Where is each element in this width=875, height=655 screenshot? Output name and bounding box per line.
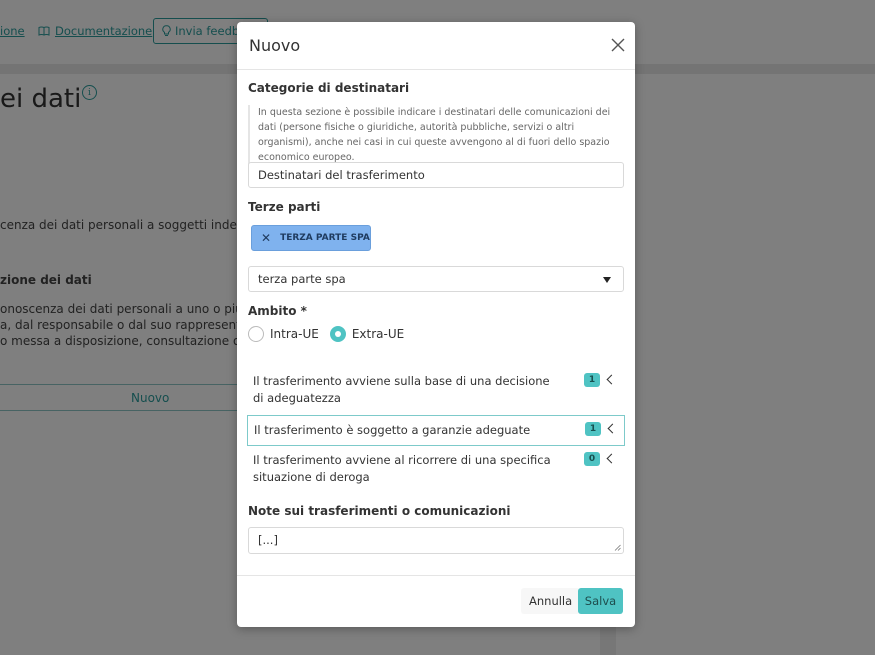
third-party-tag-label: TERZA PARTE SPA bbox=[280, 233, 370, 243]
remove-tag-icon[interactable]: ✕ bbox=[261, 231, 271, 245]
third-party-select-value: terza parte spa bbox=[258, 272, 346, 286]
recipients-input[interactable]: Destinatari del trasferimento bbox=[248, 162, 624, 188]
caret-down-icon bbox=[603, 277, 611, 283]
close-icon[interactable] bbox=[608, 35, 628, 55]
scope-radio-group: Intra-UE Extra-UE bbox=[248, 326, 415, 342]
third-parties-label: Terze parti bbox=[248, 200, 321, 214]
third-party-select[interactable]: terza parte spa bbox=[248, 266, 624, 292]
modal-footer: Annulla Salva bbox=[237, 575, 635, 627]
transfer-item-guarantees[interactable]: Il trasferimento è soggetto a garanzie a… bbox=[247, 415, 625, 446]
cancel-button[interactable]: Annulla bbox=[521, 588, 581, 614]
modal-title: Nuovo bbox=[249, 36, 301, 55]
new-recipient-modal: Nuovo Categorie di destinatari In questa… bbox=[237, 22, 635, 627]
notes-label: Note sui trasferimenti o comunicazioni bbox=[248, 504, 511, 518]
notes-textarea[interactable]: [...] bbox=[248, 527, 624, 554]
chevron-left-icon[interactable] bbox=[606, 374, 617, 385]
third-party-tag: ✕ TERZA PARTE SPA bbox=[251, 225, 371, 251]
chevron-left-icon[interactable] bbox=[607, 423, 618, 434]
recipients-category-label: Categorie di destinatari bbox=[248, 81, 410, 95]
save-button[interactable]: Salva bbox=[578, 588, 623, 614]
count-badge: 1 bbox=[584, 373, 600, 387]
radio-intra-ue[interactable] bbox=[248, 326, 264, 342]
scope-label: Ambito * bbox=[248, 304, 307, 318]
transfer-item-label: Il trasferimento avviene sulla base di u… bbox=[253, 374, 550, 405]
modal-header: Nuovo bbox=[237, 22, 635, 70]
recipients-input-value: Destinatari del trasferimento bbox=[258, 168, 425, 182]
radio-label-extra-ue[interactable]: Extra-UE bbox=[352, 327, 404, 341]
radio-extra-ue[interactable] bbox=[329, 326, 346, 342]
transfer-item-label: Il trasferimento avviene al ricorrere di… bbox=[253, 453, 551, 484]
count-badge: 0 bbox=[584, 452, 600, 466]
transfer-item-label: Il trasferimento è soggetto a garanzie a… bbox=[254, 423, 531, 437]
transfer-item-adequacy[interactable]: Il trasferimento avviene sulla base di u… bbox=[247, 367, 625, 413]
recipients-help-text: In questa sezione è possibile indicare i… bbox=[248, 105, 624, 165]
chevron-left-icon[interactable] bbox=[606, 453, 617, 464]
count-badge: 1 bbox=[585, 422, 601, 436]
transfer-item-derogation[interactable]: Il trasferimento avviene al ricorrere di… bbox=[247, 446, 625, 492]
resize-grip-icon[interactable] bbox=[614, 544, 621, 551]
notes-textarea-value: [...] bbox=[258, 533, 278, 547]
radio-label-intra-ue[interactable]: Intra-UE bbox=[270, 327, 319, 341]
